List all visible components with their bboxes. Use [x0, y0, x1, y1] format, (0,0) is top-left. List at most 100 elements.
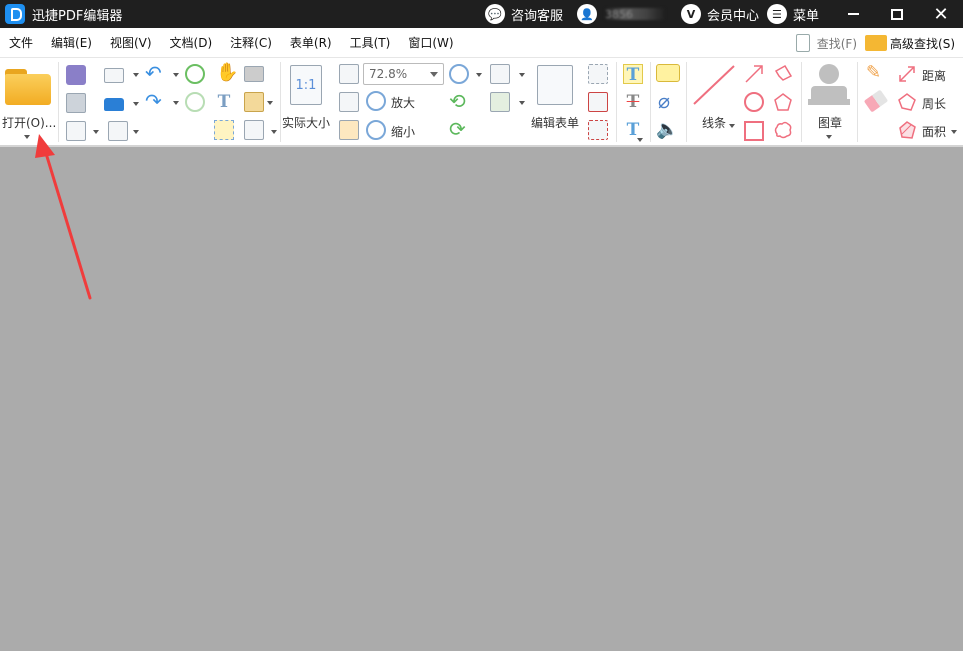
- email-icon[interactable]: [104, 68, 124, 83]
- zoom-level-select[interactable]: 72.8%: [363, 63, 444, 85]
- fit-visible-icon[interactable]: [339, 120, 359, 140]
- user-account-button[interactable]: 👤 3856: [576, 4, 665, 24]
- pencil-icon[interactable]: ✎: [866, 63, 886, 83]
- lines-dropdown-icon[interactable]: [729, 124, 735, 128]
- arrow-shape-icon[interactable]: [744, 64, 764, 84]
- open-label: 打开(O)...: [2, 116, 57, 130]
- zoom-in-label[interactable]: 放大: [391, 94, 415, 111]
- distance-label[interactable]: 距离: [922, 67, 946, 84]
- add-image-icon[interactable]: [490, 92, 510, 112]
- open-button[interactable]: 打开(O)...: [0, 58, 58, 144]
- edit-form-button[interactable]: 编辑表单: [530, 62, 584, 130]
- email-dropdown-icon[interactable]: [133, 73, 139, 77]
- rotate-left-icon[interactable]: ⟲: [449, 91, 469, 111]
- area-icon[interactable]: [897, 120, 917, 140]
- undo-icon[interactable]: ↶: [145, 63, 165, 83]
- menu-document[interactable]: 文档(D): [170, 34, 213, 51]
- menu-window[interactable]: 窗口(W): [408, 34, 453, 51]
- rotate-right-icon[interactable]: ⟳: [449, 119, 469, 139]
- scan-dropdown-icon[interactable]: [133, 102, 139, 106]
- hand-tool-icon[interactable]: ✋: [216, 63, 238, 83]
- print-icon[interactable]: [66, 93, 86, 113]
- zoom-in-icon[interactable]: [366, 91, 386, 111]
- sticky-note-icon[interactable]: [656, 64, 680, 82]
- edit-form-label: 编辑表单: [531, 116, 580, 130]
- open-dropdown-icon[interactable]: [24, 135, 30, 139]
- previous-view-icon[interactable]: [185, 64, 205, 84]
- zoom-dropdown-icon: [430, 72, 438, 77]
- document-canvas[interactable]: [0, 149, 963, 651]
- customer-support-button[interactable]: 💬 咨询客服: [484, 4, 563, 24]
- zoom-tool-dropdown-icon[interactable]: [476, 73, 482, 77]
- text-tools-dropdown-icon[interactable]: [637, 138, 643, 142]
- select-text-icon[interactable]: T: [214, 92, 234, 112]
- minimize-button[interactable]: [831, 0, 875, 28]
- text-field-icon[interactable]: [588, 64, 608, 84]
- attachment-icon[interactable]: ⌀: [658, 91, 678, 111]
- sound-icon[interactable]: 🔈: [656, 120, 678, 140]
- separator: [857, 62, 858, 142]
- checkbox-field-icon[interactable]: [588, 92, 608, 112]
- new-document-dropdown-icon[interactable]: [93, 130, 99, 134]
- redo-dropdown-icon[interactable]: [173, 101, 179, 105]
- member-center-button[interactable]: V 会员中心: [680, 4, 759, 24]
- main-menu-button[interactable]: ☰ 菜单: [766, 4, 819, 24]
- close-button[interactable]: ✕: [919, 0, 963, 28]
- menu-file[interactable]: 文件: [9, 34, 33, 51]
- rectangle-shape-icon[interactable]: [744, 121, 764, 141]
- area-label[interactable]: 面积: [922, 123, 946, 140]
- menu-view[interactable]: 视图(V): [110, 34, 152, 51]
- advanced-find-button[interactable]: 高级查找(S): [865, 35, 955, 52]
- polyline-shape-icon[interactable]: [773, 64, 793, 84]
- ellipse-shape-icon[interactable]: [744, 92, 764, 112]
- menu-edit[interactable]: 编辑(E): [51, 34, 92, 51]
- find-button[interactable]: 查找(F): [795, 34, 857, 52]
- lines-tool-button[interactable]: 线条: [688, 62, 738, 132]
- blank-page-dropdown-icon[interactable]: [133, 130, 139, 134]
- add-text-box-icon[interactable]: [490, 64, 510, 84]
- perimeter-icon[interactable]: [897, 92, 917, 112]
- zoom-tool-icon[interactable]: [449, 64, 469, 84]
- actual-size-button[interactable]: 1:1 实际大小: [282, 62, 334, 130]
- menu-tools[interactable]: 工具(T): [350, 34, 391, 51]
- paste-icon[interactable]: [244, 92, 264, 112]
- add-image-dropdown-icon[interactable]: [519, 101, 525, 105]
- blank-page-icon[interactable]: [108, 121, 128, 141]
- underline-text-icon[interactable]: T: [623, 120, 643, 140]
- save-icon[interactable]: [66, 65, 86, 85]
- stamp-tool-button[interactable]: 图章: [804, 58, 854, 144]
- zoom-out-icon[interactable]: [366, 120, 386, 140]
- fit-width-icon[interactable]: [339, 92, 359, 112]
- redo-icon[interactable]: ↷: [145, 91, 165, 111]
- snapshot-icon[interactable]: [244, 66, 264, 82]
- next-view-icon[interactable]: [185, 92, 205, 112]
- select-area-icon[interactable]: [214, 120, 234, 140]
- zoom-out-label[interactable]: 缩小: [391, 123, 415, 140]
- cloud-shape-icon[interactable]: [773, 120, 793, 140]
- measure-dropdown-icon[interactable]: [951, 130, 957, 134]
- undo-dropdown-icon[interactable]: [173, 73, 179, 77]
- menu-form[interactable]: 表单(R): [290, 34, 332, 51]
- vip-badge-icon: V: [680, 4, 701, 24]
- scan-icon[interactable]: [104, 98, 124, 111]
- actual-size-label: 实际大小: [282, 116, 331, 130]
- new-document-icon[interactable]: [66, 121, 86, 141]
- distance-icon[interactable]: [897, 64, 917, 84]
- menu-comment[interactable]: 注释(C): [230, 34, 272, 51]
- fit-page-icon[interactable]: [339, 64, 359, 84]
- typewriter-icon[interactable]: T: [623, 64, 643, 85]
- polygon-shape-icon[interactable]: [773, 92, 793, 112]
- strikeout-text-icon[interactable]: T: [623, 92, 643, 112]
- paste-dropdown-icon[interactable]: [267, 101, 273, 105]
- perimeter-label[interactable]: 周长: [922, 95, 946, 112]
- list-field-icon[interactable]: [588, 120, 608, 140]
- stamp-dropdown-icon[interactable]: [826, 135, 832, 139]
- separator: [616, 62, 617, 142]
- hamburger-icon: ☰: [766, 4, 787, 24]
- maximize-button[interactable]: [875, 0, 919, 28]
- find-binoculars-icon[interactable]: [244, 120, 264, 140]
- eraser-icon[interactable]: [863, 89, 889, 113]
- find-binoculars-dropdown-icon[interactable]: [271, 130, 277, 134]
- separator: [650, 62, 651, 142]
- add-text-box-dropdown-icon[interactable]: [519, 73, 525, 77]
